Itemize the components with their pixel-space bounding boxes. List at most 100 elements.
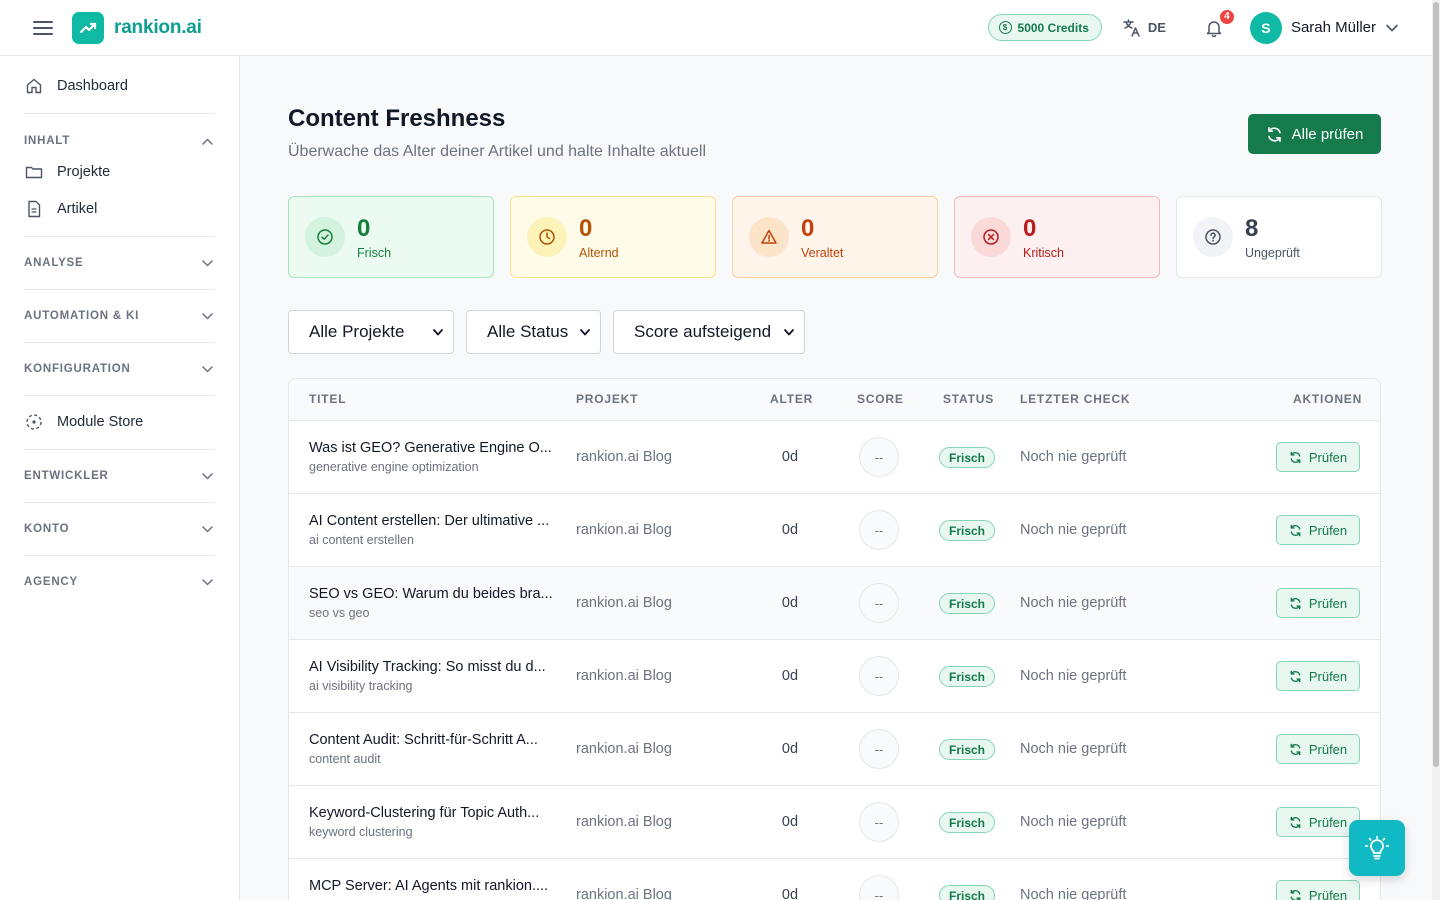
last-check: Noch nie geprüft [1020, 887, 1127, 900]
table-body: Was ist GEO? Generative Engine O... gener… [289, 421, 1380, 900]
article-age: 0d [781, 449, 799, 465]
sidebar-item-module-store[interactable]: Module Store [0, 404, 239, 440]
article-title[interactable]: MCP Server: AI Agents mit rankion.... [309, 878, 559, 894]
language-switcher[interactable]: DE [1122, 18, 1166, 38]
question-circle-icon [1193, 217, 1233, 257]
sort-select[interactable]: Score aufsteigend [613, 310, 805, 354]
stat-card-veraltet[interactable]: 0 Veraltet [732, 196, 938, 278]
chevron-down-icon [433, 328, 443, 335]
article-project: rankion.ai Blog [576, 449, 672, 465]
article-title[interactable]: AI Visibility Tracking: So misst du d... [309, 659, 559, 675]
sidebar-group-agency[interactable]: AGENCY [0, 556, 239, 608]
tips-button[interactable] [1349, 820, 1405, 876]
sidebar-group-entwickler[interactable]: ENTWICKLER [0, 450, 239, 502]
last-check: Noch nie geprüft [1020, 522, 1127, 538]
status-badge: Frisch [939, 666, 996, 687]
project-select[interactable]: Alle Projekte [288, 310, 454, 354]
check-button[interactable]: Prüfen [1276, 880, 1360, 900]
check-all-button[interactable]: Alle prüfen [1248, 114, 1381, 154]
stats-row: 0 Frisch 0 Alternd 0 Veraltet 0 Kritisch… [288, 196, 1382, 278]
table-row[interactable]: AI Content erstellen: Der ultimative ...… [289, 494, 1380, 567]
score-circle: -- [859, 583, 899, 623]
user-menu[interactable]: S Sarah Müller [1249, 11, 1398, 44]
last-check: Noch nie geprüft [1020, 668, 1127, 684]
sidebar-item-artikel[interactable]: Artikel [0, 191, 239, 227]
articles-table: TITEL PROJEKT ALTER SCORE STATUS LETZTER… [288, 378, 1381, 900]
table-header: TITEL PROJEKT ALTER SCORE STATUS LETZTER… [289, 379, 1380, 421]
check-button-label: Prüfen [1308, 668, 1348, 684]
menu-toggle-icon[interactable] [33, 20, 53, 35]
article-title[interactable]: Content Audit: Schritt-für-Schritt A... [309, 732, 559, 748]
article-age: 0d [781, 741, 799, 757]
stat-card-alternd[interactable]: 0 Alternd [510, 196, 716, 278]
status-select[interactable]: Alle Status [466, 310, 601, 354]
sidebar-group-analyse[interactable]: ANALYSE [0, 237, 239, 289]
article-title[interactable]: Keyword-Clustering für Topic Auth... [309, 805, 559, 821]
last-check: Noch nie geprüft [1020, 741, 1127, 757]
refresh-icon [1290, 451, 1301, 463]
document-icon [28, 200, 41, 218]
credits-badge[interactable]: $ 5000 Credits [987, 14, 1102, 41]
module-icon [26, 414, 42, 430]
table-row[interactable]: SEO vs GEO: Warum du beides bra... seo vs… [289, 567, 1380, 640]
column-header-alter[interactable]: ALTER [770, 392, 813, 406]
article-keyword: seo vs geo [309, 606, 370, 620]
filter-row: Alle Projekte Alle Status Score aufsteig… [288, 310, 805, 354]
check-button[interactable]: Prüfen [1276, 661, 1360, 691]
table-row[interactable]: Keyword-Clustering für Topic Auth... keyw… [289, 786, 1380, 859]
app-name[interactable]: rankion.ai [114, 17, 202, 39]
article-keyword: ai visibility tracking [309, 679, 413, 693]
column-header-projekt[interactable]: PROJEKT [576, 392, 638, 406]
column-header-status[interactable]: STATUS [943, 392, 994, 406]
scrollbar-thumb[interactable] [1433, 2, 1439, 767]
chevron-down-icon [1386, 24, 1398, 31]
stat-card-frisch[interactable]: 0 Frisch [288, 196, 494, 278]
check-button[interactable]: Prüfen [1276, 588, 1360, 618]
sidebar-item-label: Projekte [57, 164, 111, 180]
column-header-aktionen: AKTIONEN [1293, 392, 1363, 406]
stat-label: Alternd [579, 245, 619, 260]
check-button[interactable]: Prüfen [1276, 515, 1360, 545]
column-header-titel[interactable]: TITEL [309, 392, 346, 406]
article-title[interactable]: Was ist GEO? Generative Engine O... [309, 440, 559, 456]
translate-icon [1123, 18, 1140, 37]
table-row[interactable]: MCP Server: AI Agents mit rankion.... ran… [289, 859, 1380, 900]
check-button[interactable]: Prüfen [1276, 442, 1360, 472]
article-title[interactable]: SEO vs GEO: Warum du beides bra... [309, 586, 559, 602]
status-badge: Frisch [939, 812, 996, 833]
table-row[interactable]: Content Audit: Schritt-für-Schritt A... c… [289, 713, 1380, 786]
sidebar-group-label: KONTO [24, 523, 70, 535]
notifications-button[interactable]: 4 [1204, 7, 1236, 38]
sidebar-item-projekte[interactable]: Projekte [0, 154, 239, 190]
table-row[interactable]: AI Visibility Tracking: So misst du d...… [289, 640, 1380, 713]
status-badge: Frisch [939, 520, 996, 541]
column-header-score[interactable]: SCORE [857, 392, 904, 406]
table-row[interactable]: Was ist GEO? Generative Engine O... gener… [289, 421, 1380, 494]
user-name: Sarah Müller [1290, 19, 1376, 36]
stat-card-ungeprueft[interactable]: 8 Ungeprüft [1176, 196, 1382, 278]
stat-label: Frisch [357, 245, 392, 260]
sidebar-group-label: INHALT [24, 135, 71, 147]
check-button[interactable]: Prüfen [1276, 734, 1360, 764]
project-select-value: Alle Projekte [309, 322, 405, 341]
sidebar-group-automation[interactable]: AUTOMATION & KI [0, 290, 239, 342]
sidebar-group-konfiguration[interactable]: KONFIGURATION [0, 343, 239, 395]
check-button-label: Prüfen [1308, 595, 1348, 611]
last-check: Noch nie geprüft [1020, 814, 1127, 830]
chevron-down-icon [580, 328, 590, 335]
article-age: 0d [781, 595, 799, 611]
notification-count-badge: 4 [1217, 7, 1236, 26]
column-header-letzter-check[interactable]: LETZTER CHECK [1020, 392, 1130, 406]
stat-card-kritisch[interactable]: 0 Kritisch [954, 196, 1160, 278]
coin-icon: $ [998, 21, 1012, 34]
sidebar: Dashboard INHALT Projekte Artikel ANALYS… [0, 56, 240, 900]
check-button[interactable]: Prüfen [1276, 807, 1360, 837]
article-title[interactable]: AI Content erstellen: Der ultimative ... [309, 513, 559, 529]
sidebar-group-konto[interactable]: KONTO [0, 503, 239, 555]
page-scrollbar[interactable] [1432, 0, 1440, 900]
sidebar-item-dashboard[interactable]: Dashboard [0, 68, 239, 104]
home-icon [26, 78, 42, 94]
logo-icon[interactable] [72, 11, 104, 44]
stat-label: Ungeprüft [1245, 245, 1300, 260]
sidebar-item-label: Dashboard [57, 78, 128, 94]
